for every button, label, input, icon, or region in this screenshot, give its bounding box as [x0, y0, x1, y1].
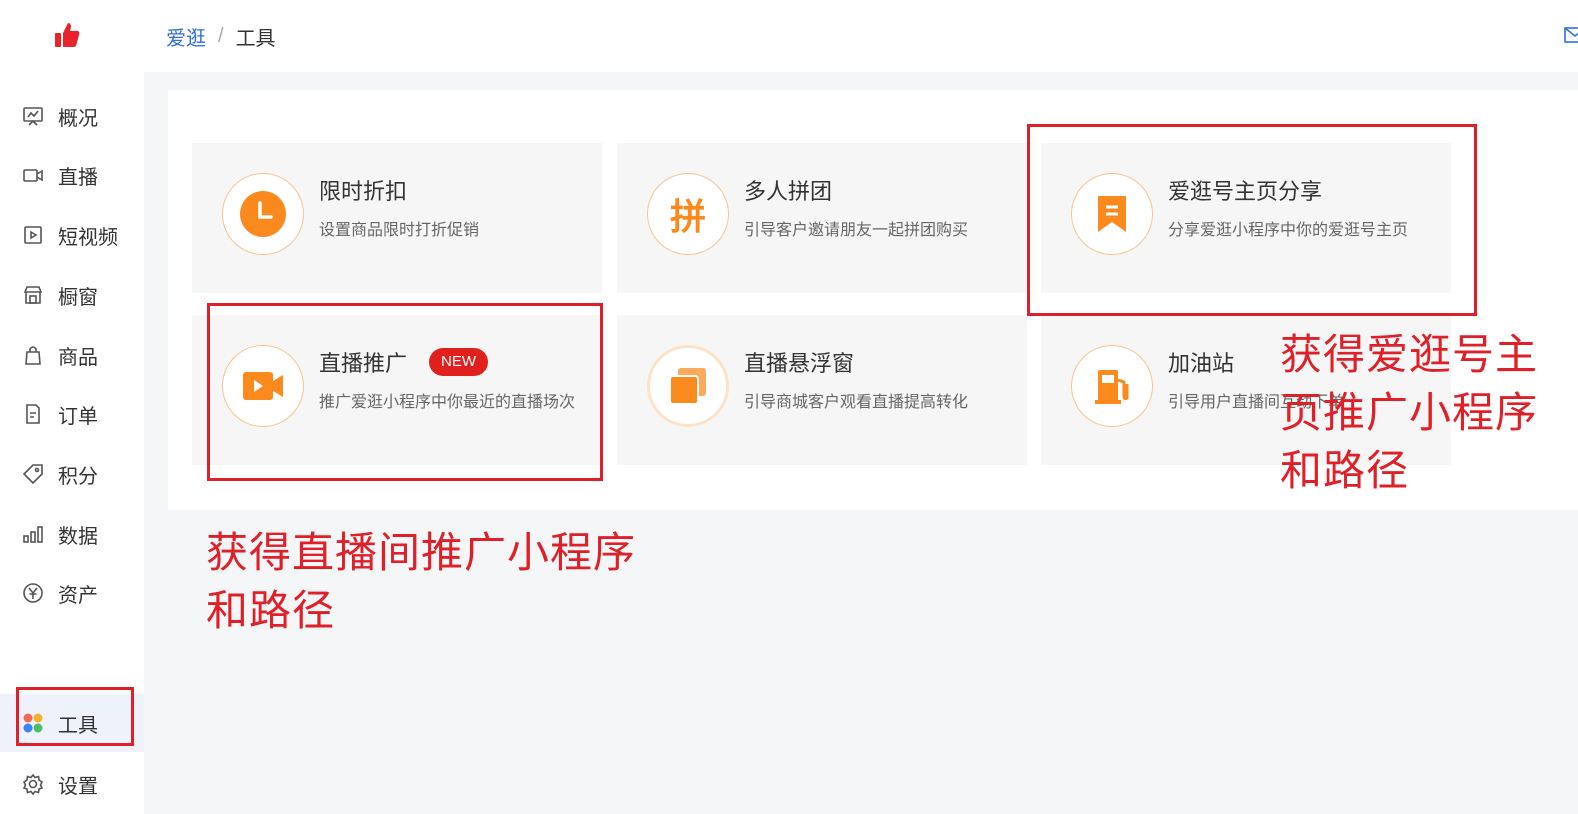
- tool-title: 限时折扣: [319, 179, 408, 204]
- sidebar-item-label: 直播: [58, 166, 98, 189]
- tool-desc: 设置商品限时打折促销: [319, 222, 480, 239]
- bar-chart-icon: [22, 523, 44, 545]
- tool-title: 直播悬浮窗: [744, 351, 855, 376]
- sidebar-item-points[interactable]: 积分: [0, 445, 144, 503]
- tool-title: 多人拼团: [744, 179, 833, 204]
- sidebar-item-data[interactable]: 数据: [0, 505, 144, 563]
- tool-desc: 推广爱逛小程序中你最近的直播场次: [319, 394, 576, 411]
- clock-icon: [222, 173, 304, 255]
- bag-icon: [22, 344, 44, 366]
- sidebar-item-orders[interactable]: 订单: [0, 385, 144, 443]
- bookmark-icon: [1071, 173, 1153, 255]
- tool-title: 加油站: [1168, 351, 1235, 376]
- video-play-icon: [22, 224, 44, 246]
- tool-card-flash-discount[interactable]: 限时折扣 设置商品限时打折促销: [192, 143, 602, 293]
- breadcrumb-root-link[interactable]: 爱逛: [166, 22, 206, 51]
- sidebar-item-label: 短视频: [58, 226, 118, 249]
- stacked-window-icon: [647, 345, 729, 427]
- shop-icon: [22, 284, 44, 306]
- sidebar-item-label: 订单: [58, 405, 98, 428]
- overview-icon: [22, 105, 44, 127]
- gear-icon: [22, 773, 44, 795]
- new-badge: NEW: [429, 348, 489, 376]
- yuan-icon: [22, 582, 44, 604]
- mail-icon[interactable]: [1564, 26, 1578, 44]
- annotation-homepage-note: 获得爱逛号主页推广小程序和路径: [1280, 331, 1539, 494]
- breadcrumb: 爱逛 / 工具: [166, 22, 276, 51]
- tag-icon: [22, 463, 44, 485]
- sidebar-item-short-video[interactable]: 短视频: [0, 206, 144, 264]
- sidebar-item-settings[interactable]: 设置: [0, 755, 144, 813]
- tool-title: 爱逛号主页分享: [1168, 179, 1323, 204]
- sidebar-item-label: 设置: [58, 775, 98, 798]
- sidebar-item-tools[interactable]: 工具: [0, 694, 144, 752]
- sidebar-item-live[interactable]: 直播: [0, 146, 144, 204]
- sidebar: 概况 直播 短视频 橱窗 商品 订单 积分 数据 资产 工具 设置: [0, 0, 144, 814]
- tools-grid-icon: [22, 712, 44, 734]
- breadcrumb-separator: /: [218, 25, 224, 47]
- order-icon: [22, 403, 44, 425]
- top-bar: 爱逛 / 工具: [144, 0, 1578, 72]
- fuel-pump-icon: [1071, 345, 1153, 427]
- sidebar-item-label: 橱窗: [58, 286, 98, 309]
- tool-card-homepage-share[interactable]: 爱逛号主页分享 分享爱逛小程序中你的爱逛号主页: [1041, 143, 1451, 293]
- tool-title-text: 直播推广: [319, 351, 408, 376]
- pin-text-icon: 拼: [647, 173, 729, 255]
- tool-desc: 引导商城客户观看直播提高转化: [744, 394, 969, 411]
- sidebar-item-overview[interactable]: 概况: [0, 87, 144, 145]
- annotation-live-note: 获得直播间推广小程序和路径: [206, 529, 637, 634]
- sidebar-item-assets[interactable]: 资产: [0, 564, 144, 622]
- sidebar-item-label: 概况: [58, 107, 98, 130]
- tool-card-live-floating-window[interactable]: 直播悬浮窗 引导商城客户观看直播提高转化: [617, 315, 1027, 465]
- tool-card-live-promotion[interactable]: 直播推广 NEW 推广爱逛小程序中你最近的直播场次: [192, 315, 602, 465]
- sidebar-item-products[interactable]: 商品: [0, 326, 144, 384]
- breadcrumb-current: 工具: [235, 28, 276, 50]
- sidebar-item-label: 商品: [58, 346, 98, 369]
- sidebar-item-label: 积分: [58, 465, 98, 488]
- tool-card-group-buy[interactable]: 拼 多人拼团 引导客户邀请朋友一起拼团购买: [617, 143, 1027, 293]
- tool-title: 直播推广 NEW: [319, 346, 489, 378]
- live-camera-icon: [22, 164, 44, 186]
- video-camera-icon: [222, 345, 304, 427]
- sidebar-item-label: 数据: [58, 525, 98, 548]
- sidebar-item-label: 资产: [58, 584, 98, 607]
- sidebar-item-showcase[interactable]: 橱窗: [0, 266, 144, 324]
- thumbs-up-icon[interactable]: [52, 20, 82, 50]
- tool-desc: 分享爱逛小程序中你的爱逛号主页: [1168, 222, 1409, 239]
- sidebar-item-label: 工具: [58, 714, 98, 737]
- tool-desc: 引导客户邀请朋友一起拼团购买: [744, 222, 969, 239]
